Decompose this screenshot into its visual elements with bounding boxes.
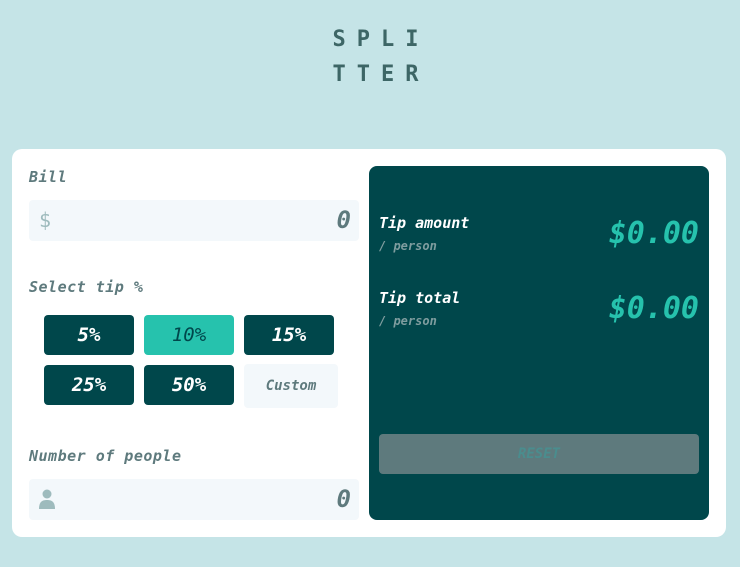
tip-amount-sub: / person [379,239,437,253]
tip-button-10[interactable]: 10% [144,315,234,355]
total-value: $0.00 [608,291,699,326]
people-label: Number of people [29,447,182,465]
total-sub: / person [379,314,437,328]
reset-button[interactable]: RESET [379,434,699,474]
custom-tip-input[interactable]: Custom [244,364,338,408]
results-panel: Tip amount / person $0.00 Tip total / pe… [369,166,709,520]
people-input[interactable]: 0 [29,479,359,520]
tip-button-25[interactable]: 25% [44,365,134,405]
tip-button-5[interactable]: 5% [44,315,134,355]
tip-button-15[interactable]: 15% [244,315,334,355]
logo-line-1: SPLI [332,27,430,52]
tip-amount-value: $0.00 [608,216,699,251]
bill-input[interactable]: $ 0 [29,200,359,241]
bill-value: 0 [336,206,351,234]
bill-label: Bill [29,168,68,186]
person-icon [39,489,55,509]
tip-amount-title: Tip amount [379,214,470,232]
logo-line-2: TTER [332,62,430,87]
dollar-icon: $ [39,208,52,232]
total-title: Tip total [379,289,461,307]
people-value: 0 [336,485,351,513]
select-tip-label: Select tip % [29,278,144,296]
calculator-card: Bill $ 0 Select tip % 5% 10% 15% 25% 50%… [12,149,726,537]
tip-button-50[interactable]: 50% [144,365,234,405]
